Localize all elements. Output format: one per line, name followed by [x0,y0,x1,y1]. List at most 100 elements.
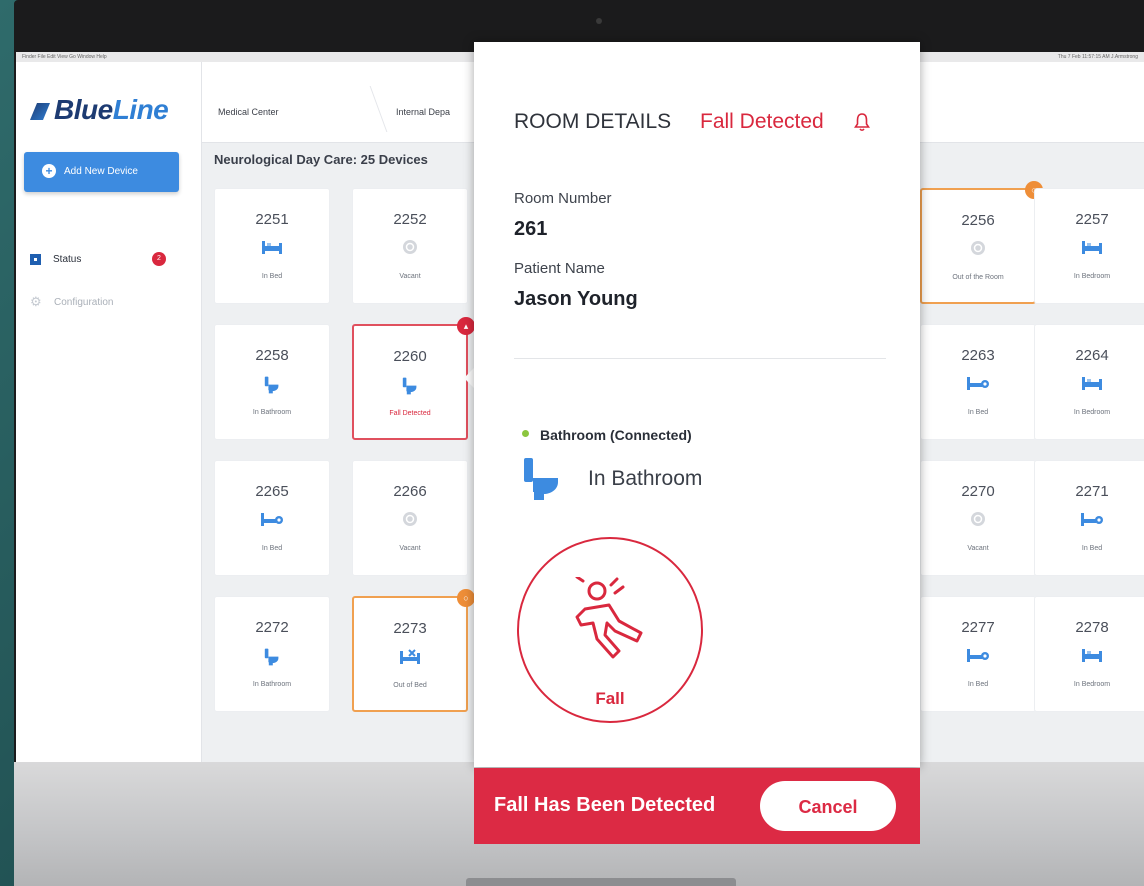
room-number: 2277 [961,619,995,636]
out-of-bed-icon [399,648,421,671]
toilet-icon [264,647,280,672]
room-number: 2265 [255,483,289,500]
add-new-device-label: Add New Device [64,166,138,177]
device-card-2258[interactable]: 2258 In Bathroom [214,324,330,440]
device-card-2271[interactable]: 2271 In Bed [1034,460,1144,576]
bed-icon [261,239,283,260]
room-status-label: Vacant [967,545,989,552]
device-card-2272[interactable]: 2272 In Bathroom [214,596,330,712]
connected-indicator [522,430,529,437]
room-number: 2251 [255,211,289,228]
room-status-label: In Bedroom [1073,681,1111,688]
sidebar-item-label: Configuration [54,296,114,308]
room-number-label: Room Number [514,190,612,207]
device-card-2263[interactable]: 2263 In Bed [920,324,1036,440]
room-status-label: Fall Detected [389,410,431,417]
fall-detected-message: Fall Has Been Detected [494,794,716,816]
sidebar-item-configuration[interactable]: ⚙ Configuration [30,294,114,309]
status-icon [30,254,41,265]
room-status-label: In Bed [261,545,283,552]
sidebar: BlueLine + Add New Device Status 2 ⚙ Conf… [16,62,202,762]
vacant-icon [970,511,986,532]
room-number: 2272 [255,619,289,636]
room-status-label: Out of the Room [952,274,1004,281]
sensor-connection: Bathroom (Connected) [540,427,692,443]
device-card-2257[interactable]: 2257 In Bedroom [1034,188,1144,304]
bell-icon [854,113,870,132]
room-number: 2266 [393,483,427,500]
device-card-2277[interactable]: 2277 In Bed [920,596,1036,712]
fall-label: Fall [595,689,625,708]
alert-footer: Fall Has Been Detected Cancel [474,768,920,844]
room-details-panel: ROOM DETAILS Fall Detected Room Number 2… [474,42,920,767]
panel-title: ROOM DETAILS [514,110,672,133]
device-card-2265[interactable]: 2265 In Bed [214,460,330,576]
bed-person-icon [966,647,990,668]
toilet-icon [524,458,558,500]
add-new-device-button[interactable]: + Add New Device [24,152,179,192]
room-number: 2278 [1075,619,1109,636]
status-badge: 2 [152,252,166,266]
logo-text-a: Blue [54,94,113,125]
bed-person-icon [966,375,990,396]
room-status-label: In Bathroom [252,409,292,416]
bed-person-icon [260,511,284,532]
menubar-right: Thu 7 Feb 11:57:15 AM J.Armstrong [1057,54,1138,60]
logo-text-b: Line [112,94,169,125]
room-number: 2256 [961,212,995,229]
device-card-2251[interactable]: 2251 In Bed [214,188,330,304]
menubar-left[interactable]: Finder File Edit View Go Window Help [22,52,107,62]
room-number: 2271 [1075,483,1109,500]
vacant-icon [970,240,986,261]
fall-icon [575,577,643,659]
breadcrumb-internal-department[interactable]: Internal Depa [396,107,450,117]
cancel-button[interactable]: Cancel [760,781,896,831]
device-card-2252[interactable]: 2252 Vacant [352,188,468,304]
bed-person-icon [1080,511,1104,532]
room-status-label: In Bed [967,409,989,416]
gear-icon: ⚙ [30,294,42,309]
patient-name-value: Jason Young [514,288,638,310]
toilet-icon [264,375,280,400]
room-status-label: In Bed [967,681,989,688]
sidebar-item-label: Status [53,254,82,265]
room-number: 2257 [1075,211,1109,228]
vacant-icon [402,511,418,532]
room-status-label: In Bed [1081,545,1103,552]
room-status-label: In Bedroom [1073,273,1111,280]
device-card-2256[interactable]: 2256Out of the Room○ [920,181,1043,304]
device-card-2266[interactable]: 2266 Vacant [352,460,468,576]
device-card-2264[interactable]: 2264 In Bedroom [1034,324,1144,440]
fall-alert-circle[interactable]: Fall [517,537,703,723]
bed-icon [1081,239,1103,260]
warning-icon: ○ [457,589,475,607]
room-number: 2264 [1075,347,1109,364]
patient-name-label: Patient Name [514,260,605,277]
vacant-icon [402,239,418,260]
room-number: 2273 [393,620,427,637]
room-status-label: In Bed [261,273,283,280]
group-title: Neurological Day Care: 25 Devices [214,152,428,167]
room-number: 2263 [961,347,995,364]
plus-icon: + [42,164,56,179]
logo-mark-icon [30,103,50,120]
breadcrumb-separator [347,86,388,132]
room-number: 2270 [961,483,995,500]
room-status-label: Vacant [399,545,421,552]
device-card-2260[interactable]: 2260 Fall Detected ▴ [352,317,475,440]
sidebar-item-status[interactable]: Status [30,254,81,265]
alert-bell-icon: ▴ [457,317,475,335]
bed-icon [1081,647,1103,668]
device-card-2270[interactable]: 2270 Vacant [920,460,1036,576]
device-card-2278[interactable]: 2278 In Bedroom [1034,596,1144,712]
room-state: In Bathroom [588,467,703,490]
room-status-label: In Bedroom [1073,409,1111,416]
bed-icon [1081,375,1103,396]
room-number-value: 261 [514,218,548,240]
blueline-logo[interactable]: BlueLine [30,94,169,126]
toilet-icon [402,376,418,401]
room-number: 2260 [393,348,427,365]
breadcrumb-medical-center[interactable]: Medical Center [218,107,279,117]
room-number: 2258 [255,347,289,364]
device-card-2273[interactable]: 2273 Out of Bed ○ [352,589,475,712]
